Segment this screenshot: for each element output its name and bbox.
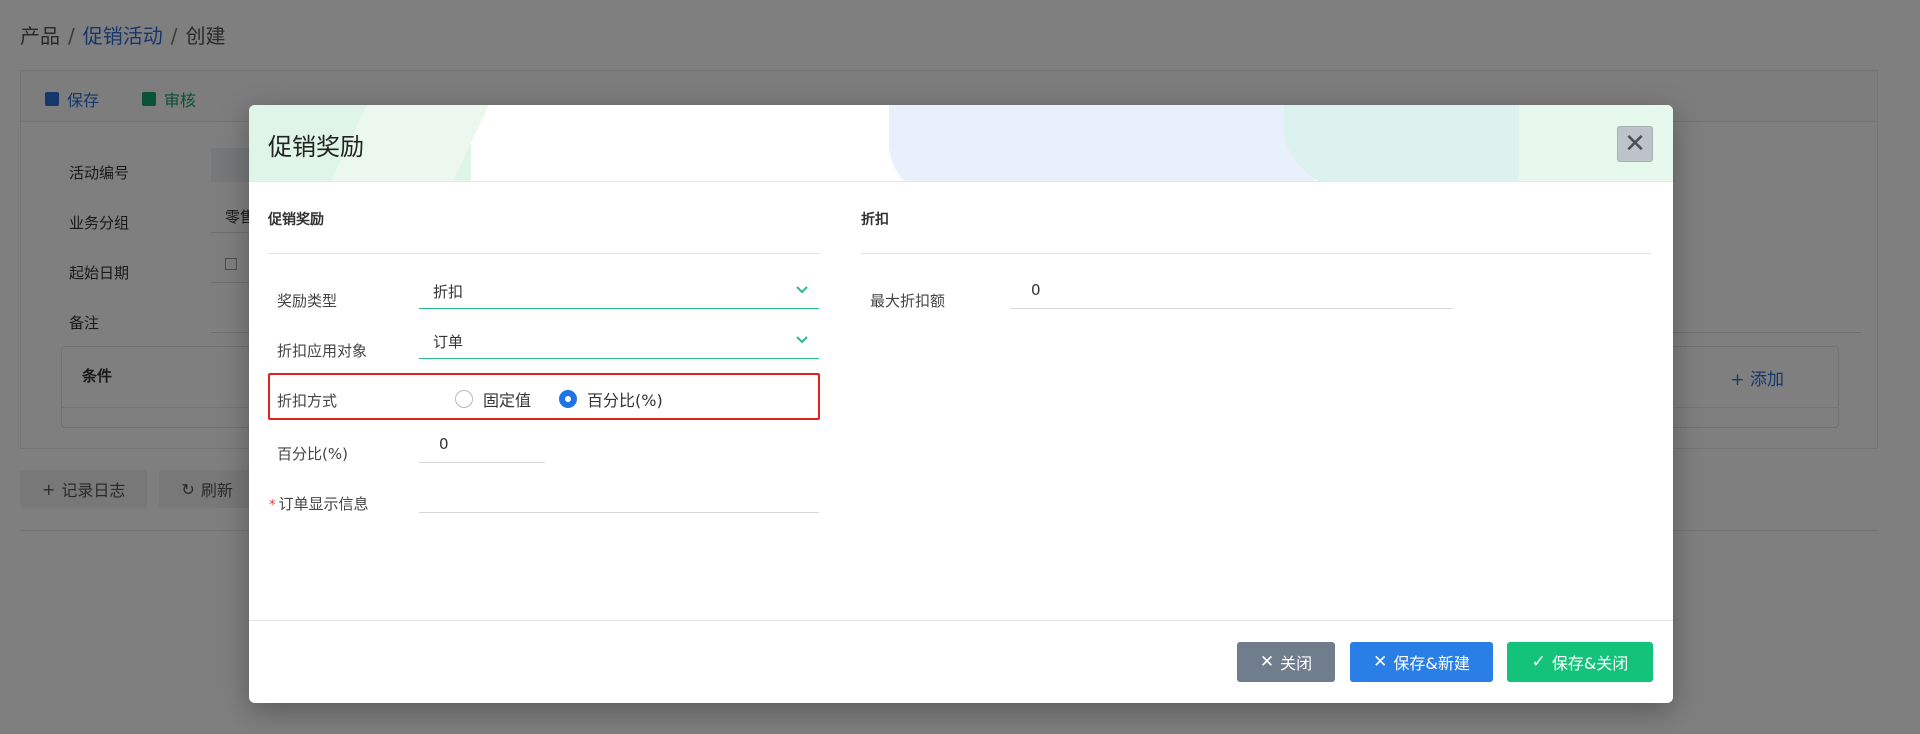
dialog-header: 促销奖励 ✕ <box>249 105 1673 182</box>
apply-target-label: 折扣应用对象 <box>277 342 368 360</box>
percentage-label: 百分比(%) <box>277 445 348 463</box>
radio-percentage[interactable]: 百分比(%) <box>559 387 663 411</box>
reward-section-title: 促销奖励 <box>268 212 324 228</box>
dialog-title: 促销奖励 <box>268 133 364 161</box>
radio-checked-icon <box>559 390 577 408</box>
reward-section-divider <box>268 253 820 254</box>
radio-unchecked-icon <box>455 390 473 408</box>
apply-target-select[interactable]: 订单 <box>419 325 819 359</box>
reward-type-label: 奖励类型 <box>277 292 338 310</box>
close-dialog-button[interactable]: ✕ <box>1617 126 1653 162</box>
required-mark: * <box>269 498 276 513</box>
radio-percentage-label: 百分比(%) <box>587 391 663 410</box>
discount-section-title: 折扣 <box>861 212 889 228</box>
discount-method-label: 折扣方式 <box>277 392 338 410</box>
order-display-info-label: * 订单显示信息 <box>269 493 369 514</box>
save-new-button-label: 保存&新建 <box>1393 654 1470 673</box>
save-new-button[interactable]: ✕ 保存&新建 <box>1350 642 1493 682</box>
save-close-button-label: 保存&关闭 <box>1551 654 1629 673</box>
header-decoration <box>889 105 1329 181</box>
close-button[interactable]: ✕ 关闭 <box>1237 642 1335 682</box>
max-discount-label: 最大折扣额 <box>870 292 946 310</box>
max-discount-input[interactable]: 0 <box>1010 275 1453 309</box>
chevron-down-icon <box>796 286 808 294</box>
chevron-down-icon <box>796 336 808 344</box>
promotion-reward-dialog: 促销奖励 ✕ 促销奖励 奖励类型 折扣 折扣应用对象 订单 折扣方式 固定值 百… <box>249 105 1673 703</box>
discount-section-divider <box>861 253 1651 254</box>
percentage-input[interactable]: 0 <box>419 429 545 463</box>
order-display-info-text: 订单显示信息 <box>278 495 369 513</box>
check-icon: ✓ <box>1531 652 1546 672</box>
radio-fixed-label: 固定值 <box>483 391 532 410</box>
close-button-label: 关闭 <box>1280 654 1313 673</box>
save-close-button[interactable]: ✓ 保存&关闭 <box>1507 642 1653 682</box>
dialog-footer: ✕ 关闭 ✕ 保存&新建 ✓ 保存&关闭 <box>249 620 1673 703</box>
max-discount-value: 0 <box>1031 281 1041 299</box>
close-icon: ✕ <box>1624 129 1646 159</box>
close-icon: ✕ <box>1259 652 1275 672</box>
close-icon: ✕ <box>1373 652 1388 672</box>
reward-type-value: 折扣 <box>433 283 464 301</box>
discount-method-highlight <box>268 373 820 420</box>
order-display-info-input[interactable] <box>419 479 819 513</box>
percentage-value: 0 <box>439 435 449 453</box>
reward-type-select[interactable]: 折扣 <box>419 275 819 309</box>
radio-fixed-value[interactable]: 固定值 <box>455 387 531 411</box>
apply-target-value: 订单 <box>433 333 464 351</box>
